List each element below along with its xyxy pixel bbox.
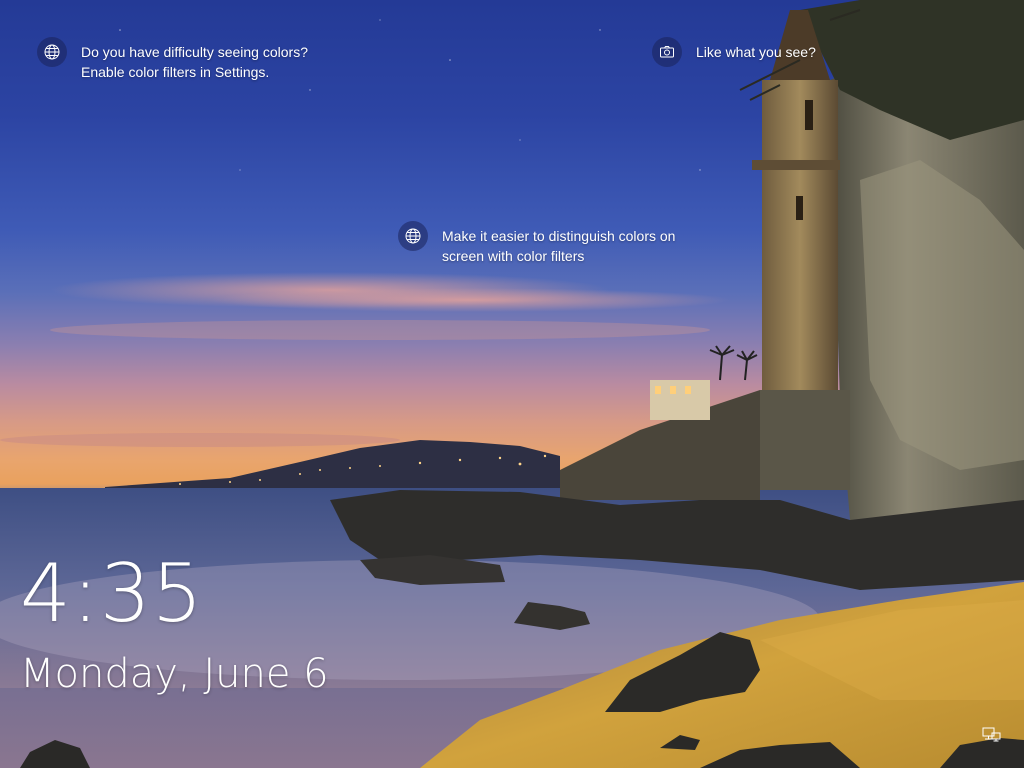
globe-icon [398, 221, 428, 251]
tip-line-1: Make it easier to distinguish colors on [442, 228, 676, 244]
color-filter-tip[interactable]: Do you have difficulty seeing colors? En… [37, 37, 308, 82]
globe-icon [37, 37, 67, 67]
tip-line-2: Enable color filters in Settings. [81, 64, 270, 80]
like-what-you-see-tip[interactable]: Like what you see? [652, 37, 816, 67]
lock-screen[interactable]: Do you have difficulty seeing colors? En… [0, 0, 1024, 768]
tip-text: Do you have difficulty seeing colors? En… [81, 42, 308, 82]
color-filter-hotspot[interactable]: Make it easier to distinguish colors on … [398, 221, 675, 266]
tip-text: Like what you see? [696, 42, 816, 62]
tip-text: Make it easier to distinguish colors on … [442, 226, 675, 266]
tip-line-1: Like what you see? [696, 44, 816, 60]
tip-line-1: Do you have difficulty seeing colors? [81, 44, 308, 60]
camera-icon [652, 37, 682, 67]
lock-screen-time: 4:35 [20, 547, 204, 640]
network-icon[interactable] [982, 726, 1002, 744]
tip-line-2: screen with color filters [442, 248, 585, 264]
lock-screen-date: Monday, June 6 [20, 651, 329, 697]
